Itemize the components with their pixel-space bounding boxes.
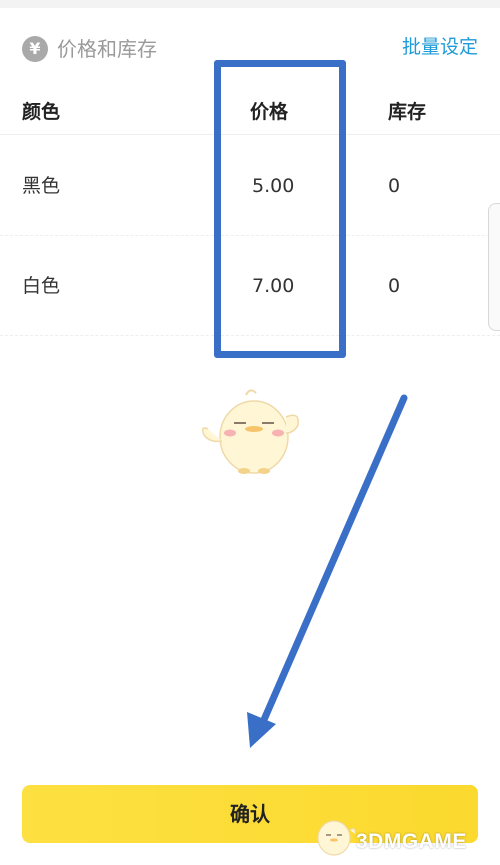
watermark-text: 3DMGAME xyxy=(356,830,467,853)
watermark-mascot-icon xyxy=(317,820,356,856)
watermark: 3DMGAME xyxy=(308,808,498,860)
table-header: 颜色 价格 库存 xyxy=(0,95,500,135)
price-input[interactable]: 7.00 xyxy=(252,273,294,299)
price-input[interactable]: 5.00 xyxy=(252,173,294,199)
stock-input[interactable]: 0 xyxy=(388,173,400,199)
color-cell: 白色 xyxy=(22,275,61,297)
column-header-stock: 库存 xyxy=(388,101,427,123)
section-title: 价格和库存 xyxy=(57,37,157,61)
yen-icon: ¥ xyxy=(22,36,48,62)
stock-input[interactable]: 0 xyxy=(388,273,400,299)
column-header-color: 颜色 xyxy=(22,101,61,123)
batch-set-link[interactable]: 批量设定 xyxy=(402,34,478,60)
table-row: 黑色 5.00 0 xyxy=(0,136,500,236)
side-drawer-handle[interactable] xyxy=(488,203,500,331)
top-strip xyxy=(0,0,500,8)
section-header: ¥ 价格和库存 批量设定 xyxy=(0,30,500,66)
chick-mascot-icon xyxy=(201,389,299,474)
column-header-price: 价格 xyxy=(250,101,289,123)
color-cell: 黑色 xyxy=(22,175,61,197)
table-row: 白色 7.00 0 xyxy=(0,236,500,336)
